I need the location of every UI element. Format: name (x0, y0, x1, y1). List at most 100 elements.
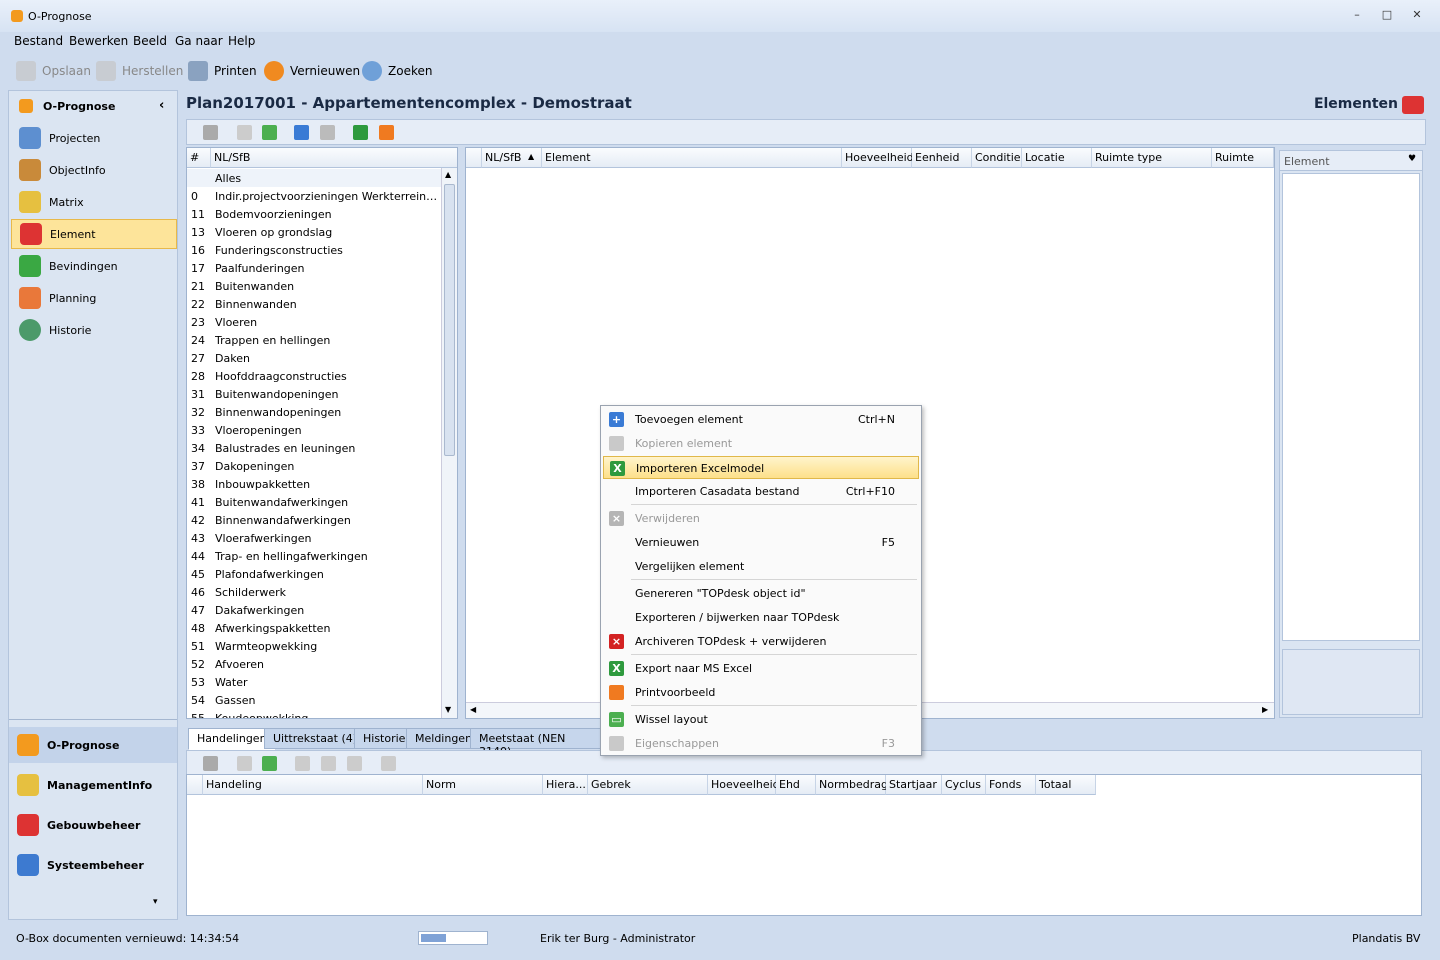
copy-icon[interactable] (237, 125, 252, 140)
list-item[interactable]: 28 Hoofddraagconstructies (187, 367, 442, 385)
scroll-thumb[interactable] (444, 184, 455, 456)
col-header-nlsfb[interactable]: NL/SfB (211, 148, 457, 168)
col-header-handeling[interactable]: Handeling (203, 775, 423, 795)
menu-item-genereren-topdesk-object-id[interactable]: Genereren "TOPdesk object id" (603, 582, 919, 605)
list-item[interactable]: 37 Dakopeningen (187, 457, 442, 475)
list-item[interactable]: 13 Vloeren op grondslag (187, 223, 442, 241)
scroll-right-icon[interactable]: ▶ (1262, 705, 1268, 714)
menu-item-kopieren-element[interactable]: Kopieren element (603, 432, 919, 455)
maximize-button[interactable]: □ (1380, 9, 1394, 21)
list-item[interactable]: 51 Warmteopwekking (187, 637, 442, 655)
list-item[interactable]: 55 Koudeopwekking (187, 709, 442, 718)
col-header-fonds[interactable]: Fonds (986, 775, 1036, 795)
list-item[interactable]: 47 Dakafwerkingen (187, 601, 442, 619)
col-header-totaal[interactable]: Totaal (1036, 775, 1096, 795)
close-button[interactable]: ✕ (1410, 9, 1424, 21)
menu-item-eigenschappen[interactable]: Eigenschappen F3 (603, 732, 919, 755)
delete-icon[interactable] (203, 125, 218, 140)
h-icon[interactable] (295, 756, 310, 771)
excel-icon[interactable] (353, 125, 368, 140)
list-item[interactable]: 48 Afwerkingspakketten (187, 619, 442, 637)
list-item[interactable]: 45 Plafondafwerkingen (187, 565, 442, 583)
list-item[interactable]: 34 Balustrades en leuningen (187, 439, 442, 457)
delete-icon[interactable] (203, 756, 218, 771)
list-item[interactable]: 41 Buitenwandafwerkingen (187, 493, 442, 511)
undo-button[interactable]: Herstellen (96, 58, 183, 84)
vertical-scrollbar[interactable]: ▲ ▼ (441, 168, 457, 718)
add-icon[interactable] (294, 125, 309, 140)
list-item[interactable]: Alles (187, 169, 442, 187)
nav-item-matrix[interactable]: Matrix (11, 188, 177, 216)
menu-item-printvoorbeeld[interactable]: Printvoorbeeld (603, 681, 919, 704)
col-header-element[interactable]: Element (542, 148, 842, 168)
nav-item-bevindingen[interactable]: Bevindingen (11, 252, 177, 280)
nav-configure-icon[interactable]: ▾ (153, 897, 158, 907)
list-item[interactable]: 32 Binnenwandopeningen (187, 403, 442, 421)
print-button[interactable]: Printen (188, 58, 257, 84)
nav-item-planning[interactable]: Planning (11, 284, 177, 312)
menu-bewerken[interactable]: Bewerken (69, 34, 128, 48)
copy-icon[interactable] (237, 756, 252, 771)
col-header-ehd[interactable]: Ehd (776, 775, 816, 795)
col-header-conditie[interactable]: Conditie (972, 148, 1022, 168)
list-item[interactable]: 38 Inbouwpakketten (187, 475, 442, 493)
tab-meetstaat[interactable]: Meetstaat (NEN 3140) (470, 728, 606, 758)
col-header-hoeveelheid[interactable]: Hoeveelheid (842, 148, 914, 168)
col-header-cyclus[interactable]: Cyclus (942, 775, 986, 795)
menu-item-exporteren-bijwerken-naar-topdesk[interactable]: Exporteren / bijwerken naar TOPdesk (603, 606, 919, 629)
menu-item-export-naar-ms-excel[interactable]: X Export naar MS Excel (603, 657, 919, 680)
nav-section-managementinfo[interactable]: ManagementInfo (9, 767, 177, 803)
save-button[interactable]: Opslaan (16, 58, 91, 84)
menu-item-verwijderen[interactable]: × Verwijderen (603, 507, 919, 530)
layout-icon[interactable] (262, 125, 277, 140)
list-item[interactable]: 53 Water (187, 673, 442, 691)
col-header-ruimte-type[interactable]: Ruimte type (1092, 148, 1212, 168)
col-header-locatie[interactable]: Locatie (1022, 148, 1092, 168)
nav-item-element[interactable]: Element (11, 219, 177, 249)
list-item[interactable]: 21 Buitenwanden (187, 277, 442, 295)
nav-item-projecten[interactable]: Projecten (11, 124, 177, 152)
list-item[interactable]: 42 Binnenwandafwerkingen (187, 511, 442, 529)
tab-uittrekstaat[interactable]: Uittrekstaat (4) (264, 728, 367, 749)
list-item[interactable]: 23 Vloeren (187, 313, 442, 331)
list-item[interactable]: 44 Trap- en hellingafwerkingen (187, 547, 442, 565)
refresh-button[interactable]: Vernieuwen (264, 58, 360, 84)
list-item[interactable]: 0 Indir.projectvoorzieningen Werkterreini… (187, 187, 442, 205)
col-header-norm[interactable]: Norm (423, 775, 543, 795)
menu-ga-naar[interactable]: Ga naar (175, 34, 223, 48)
list-item[interactable]: 33 Vloeropeningen (187, 421, 442, 439)
menu-item-archiveren-topdesk-verwijderen[interactable]: × Archiveren TOPdesk + verwijderen (603, 630, 919, 653)
list-item[interactable]: 54 Gassen (187, 691, 442, 709)
pin-icon[interactable]: ♥ (1408, 154, 1416, 164)
col-header-hierarchy[interactable]: Hiera... (543, 775, 588, 795)
list-item[interactable]: 24 Trappen en hellingen (187, 331, 442, 349)
list-item[interactable]: 17 Paalfunderingen (187, 259, 442, 277)
collapse-icon[interactable]: ‹ (159, 98, 164, 113)
list-item[interactable]: 16 Funderingsconstructies (187, 241, 442, 259)
list-item[interactable]: 22 Binnenwanden (187, 295, 442, 313)
menu-item-wissel-layout[interactable]: ▭ Wissel layout (603, 708, 919, 731)
col-header-startjaar[interactable]: Startjaar (886, 775, 942, 795)
col-header-normbedrag[interactable]: Normbedrag (816, 775, 888, 795)
nav-section-systeembeheer[interactable]: Systeembeheer (9, 847, 177, 883)
list-item[interactable]: 11 Bodemvoorzieningen (187, 205, 442, 223)
b-icon[interactable] (347, 756, 362, 771)
col-header-number[interactable]: # (187, 148, 211, 168)
menu-item-importeren-casadata-bestand[interactable]: Importeren Casadata bestand Ctrl+F10 (603, 480, 919, 503)
minimize-button[interactable]: – (1350, 9, 1364, 21)
col-header-ruimte[interactable]: Ruimte (1212, 148, 1274, 168)
nav-section-o-prognose[interactable]: O-Prognose (9, 727, 177, 763)
menu-help[interactable]: Help (228, 34, 255, 48)
menu-beeld[interactable]: Beeld (133, 34, 167, 48)
copy-element-icon[interactable] (320, 125, 335, 140)
col-header-gebrek[interactable]: Gebrek (588, 775, 708, 795)
scroll-left-icon[interactable]: ◀ (470, 705, 476, 714)
list-item[interactable]: 31 Buitenwandopeningen (187, 385, 442, 403)
nav-section-gebouwbeheer[interactable]: Gebouwbeheer (9, 807, 177, 843)
list-item[interactable]: 52 Afvoeren (187, 655, 442, 673)
check-icon[interactable] (381, 756, 396, 771)
nav-item-objectinfo[interactable]: ObjectInfo (11, 156, 177, 184)
list-item[interactable]: 43 Vloerafwerkingen (187, 529, 442, 547)
menu-item-vergelijken-element[interactable]: Vergelijken element (603, 555, 919, 578)
search-button[interactable]: Zoeken (362, 58, 432, 84)
